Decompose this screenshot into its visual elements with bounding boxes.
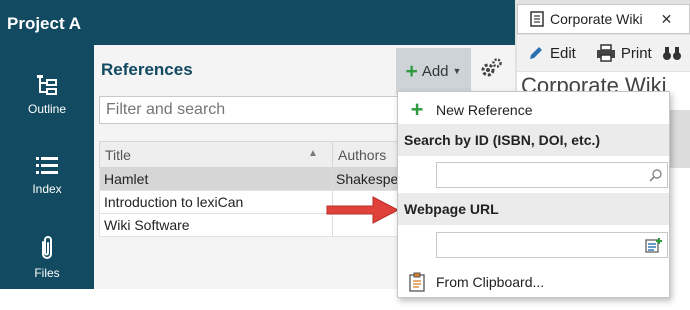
list-icon	[36, 157, 58, 174]
sort-ascending-icon: ▲	[308, 148, 318, 159]
add-dropdown-menu: + New Reference Search by ID (ISBN, DOI,…	[397, 91, 670, 298]
edit-label: Edit	[550, 44, 576, 62]
plus-icon: +	[405, 59, 418, 83]
nav-files[interactable]: Files	[0, 235, 94, 280]
wiki-toolbar: Edit Print	[517, 35, 690, 71]
search-icon[interactable]	[649, 168, 663, 182]
add-page-icon[interactable]	[645, 238, 663, 254]
table-header: Title ▲ Authors	[99, 141, 399, 169]
column-header-title[interactable]: Title	[105, 147, 131, 163]
filter-search-input[interactable]	[99, 96, 419, 124]
column-header-authors[interactable]: Authors	[332, 142, 391, 169]
row-title: Introduction to lexiCan	[104, 194, 244, 210]
print-button[interactable]: Print	[586, 35, 662, 71]
edit-button[interactable]: Edit	[517, 35, 586, 71]
outline-icon	[37, 75, 57, 95]
pencil-icon	[530, 47, 542, 59]
menu-item-new-reference[interactable]: + New Reference	[398, 97, 669, 123]
row-title: Hamlet	[104, 171, 149, 187]
add-button[interactable]: + Add ▼	[396, 48, 471, 94]
webpage-url-input[interactable]	[436, 232, 668, 258]
menu-from-clipboard-label: From Clipboard...	[436, 274, 545, 290]
menu-new-reference-label: New Reference	[436, 102, 533, 118]
row-title: Wiki Software	[104, 217, 190, 233]
binoculars-icon[interactable]	[662, 44, 682, 62]
paperclip-icon	[42, 236, 52, 259]
references-title: References	[101, 60, 193, 79]
tab-corporate-wiki[interactable]: Corporate Wiki ✕	[517, 4, 690, 34]
clipboard-icon	[409, 272, 425, 292]
nav-index-label: Index	[32, 182, 62, 196]
row-author: Shakespe	[332, 168, 401, 191]
search-by-id-input[interactable]	[436, 162, 668, 188]
nav-outline-label: Outline	[27, 102, 67, 116]
print-label: Print	[620, 44, 652, 62]
close-icon[interactable]: ✕	[661, 11, 673, 28]
gears-icon[interactable]	[477, 55, 505, 83]
tab-label: Corporate Wiki	[550, 11, 643, 27]
nav-index[interactable]: Index	[0, 155, 94, 196]
menu-header-webpage-url: Webpage URL	[398, 193, 669, 225]
nav-files-label: Files	[34, 266, 60, 280]
nav-outline[interactable]: Outline	[0, 73, 94, 116]
red-arrow-icon	[326, 196, 400, 224]
menu-header-search-by-id: Search by ID (ISBN, DOI, etc.)	[398, 124, 669, 156]
add-button-label: Add	[421, 62, 449, 80]
printer-icon	[596, 44, 615, 62]
plus-icon: +	[410, 97, 424, 122]
caret-down-icon: ▼	[452, 66, 462, 76]
project-title: Project A	[7, 14, 82, 33]
menu-item-from-clipboard[interactable]: From Clipboard...	[398, 268, 669, 296]
document-icon	[530, 11, 544, 27]
table-row[interactable]: Hamlet Shakespe	[99, 168, 399, 191]
